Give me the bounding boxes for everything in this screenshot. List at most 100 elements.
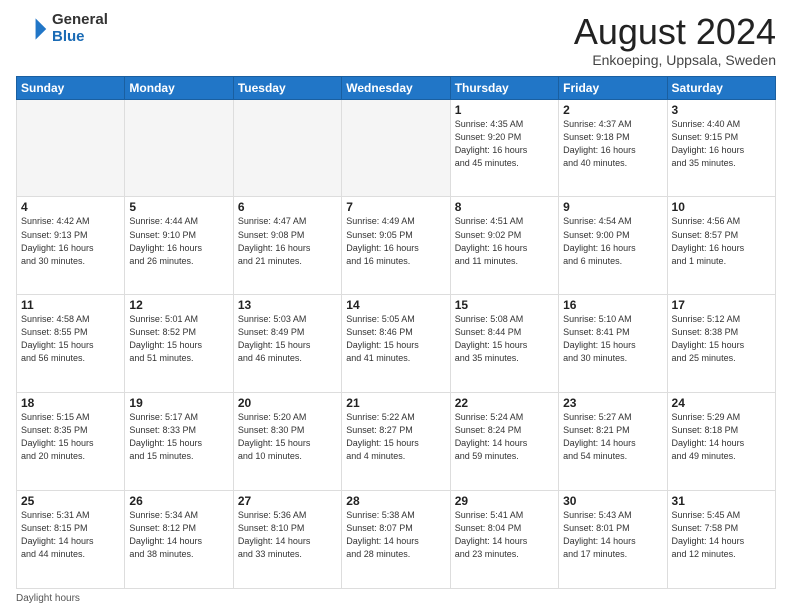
day-number: 17 [672, 298, 771, 312]
day-info: Sunrise: 5:29 AMSunset: 8:18 PMDaylight:… [672, 411, 771, 463]
calendar-cell: 31Sunrise: 5:45 AMSunset: 7:58 PMDayligh… [667, 491, 775, 589]
calendar-cell [233, 99, 341, 197]
day-number: 10 [672, 200, 771, 214]
day-number: 19 [129, 396, 228, 410]
title-block: August 2024 Enkoeping, Uppsala, Sweden [574, 12, 776, 68]
calendar-header-row: SundayMondayTuesdayWednesdayThursdayFrid… [17, 76, 776, 99]
day-number: 29 [455, 494, 554, 508]
calendar-cell: 25Sunrise: 5:31 AMSunset: 8:15 PMDayligh… [17, 491, 125, 589]
day-number: 18 [21, 396, 120, 410]
day-number: 24 [672, 396, 771, 410]
day-info: Sunrise: 5:34 AMSunset: 8:12 PMDaylight:… [129, 509, 228, 561]
calendar-cell [125, 99, 233, 197]
day-number: 27 [238, 494, 337, 508]
calendar-cell: 11Sunrise: 4:58 AMSunset: 8:55 PMDayligh… [17, 295, 125, 393]
day-info: Sunrise: 5:17 AMSunset: 8:33 PMDaylight:… [129, 411, 228, 463]
day-info: Sunrise: 4:40 AMSunset: 9:15 PMDaylight:… [672, 118, 771, 170]
calendar-cell: 23Sunrise: 5:27 AMSunset: 8:21 PMDayligh… [559, 393, 667, 491]
day-number: 20 [238, 396, 337, 410]
day-number: 23 [563, 396, 662, 410]
day-number: 12 [129, 298, 228, 312]
calendar-cell: 3Sunrise: 4:40 AMSunset: 9:15 PMDaylight… [667, 99, 775, 197]
day-info: Sunrise: 4:44 AMSunset: 9:10 PMDaylight:… [129, 215, 228, 267]
calendar-cell [17, 99, 125, 197]
day-info: Sunrise: 5:12 AMSunset: 8:38 PMDaylight:… [672, 313, 771, 365]
calendar-cell: 13Sunrise: 5:03 AMSunset: 8:49 PMDayligh… [233, 295, 341, 393]
day-number: 4 [21, 200, 120, 214]
calendar-cell: 9Sunrise: 4:54 AMSunset: 9:00 PMDaylight… [559, 197, 667, 295]
day-number: 22 [455, 396, 554, 410]
day-number: 15 [455, 298, 554, 312]
calendar-cell: 7Sunrise: 4:49 AMSunset: 9:05 PMDaylight… [342, 197, 450, 295]
day-info: Sunrise: 4:42 AMSunset: 9:13 PMDaylight:… [21, 215, 120, 267]
day-info: Sunrise: 5:31 AMSunset: 8:15 PMDaylight:… [21, 509, 120, 561]
day-number: 14 [346, 298, 445, 312]
logo-icon [16, 13, 48, 45]
calendar-cell: 12Sunrise: 5:01 AMSunset: 8:52 PMDayligh… [125, 295, 233, 393]
day-info: Sunrise: 4:47 AMSunset: 9:08 PMDaylight:… [238, 215, 337, 267]
day-number: 2 [563, 103, 662, 117]
calendar-cell: 24Sunrise: 5:29 AMSunset: 8:18 PMDayligh… [667, 393, 775, 491]
calendar-cell: 16Sunrise: 5:10 AMSunset: 8:41 PMDayligh… [559, 295, 667, 393]
day-info: Sunrise: 5:24 AMSunset: 8:24 PMDaylight:… [455, 411, 554, 463]
calendar-cell: 1Sunrise: 4:35 AMSunset: 9:20 PMDaylight… [450, 99, 558, 197]
calendar-cell: 8Sunrise: 4:51 AMSunset: 9:02 PMDaylight… [450, 197, 558, 295]
day-number: 13 [238, 298, 337, 312]
calendar-cell: 29Sunrise: 5:41 AMSunset: 8:04 PMDayligh… [450, 491, 558, 589]
day-number: 30 [563, 494, 662, 508]
calendar-week-5: 25Sunrise: 5:31 AMSunset: 8:15 PMDayligh… [17, 491, 776, 589]
day-info: Sunrise: 4:58 AMSunset: 8:55 PMDaylight:… [21, 313, 120, 365]
day-info: Sunrise: 5:05 AMSunset: 8:46 PMDaylight:… [346, 313, 445, 365]
calendar-cell: 28Sunrise: 5:38 AMSunset: 8:07 PMDayligh… [342, 491, 450, 589]
calendar-week-1: 1Sunrise: 4:35 AMSunset: 9:20 PMDaylight… [17, 99, 776, 197]
calendar-cell: 4Sunrise: 4:42 AMSunset: 9:13 PMDaylight… [17, 197, 125, 295]
day-info: Sunrise: 5:36 AMSunset: 8:10 PMDaylight:… [238, 509, 337, 561]
page: General Blue August 2024 Enkoeping, Upps… [0, 0, 792, 612]
subtitle: Enkoeping, Uppsala, Sweden [574, 52, 776, 68]
day-info: Sunrise: 5:15 AMSunset: 8:35 PMDaylight:… [21, 411, 120, 463]
calendar-cell: 20Sunrise: 5:20 AMSunset: 8:30 PMDayligh… [233, 393, 341, 491]
calendar-cell: 21Sunrise: 5:22 AMSunset: 8:27 PMDayligh… [342, 393, 450, 491]
day-number: 25 [21, 494, 120, 508]
calendar-cell: 30Sunrise: 5:43 AMSunset: 8:01 PMDayligh… [559, 491, 667, 589]
header: General Blue August 2024 Enkoeping, Upps… [16, 12, 776, 68]
calendar-cell: 18Sunrise: 5:15 AMSunset: 8:35 PMDayligh… [17, 393, 125, 491]
day-info: Sunrise: 5:45 AMSunset: 7:58 PMDaylight:… [672, 509, 771, 561]
col-header-friday: Friday [559, 76, 667, 99]
day-number: 1 [455, 103, 554, 117]
calendar-cell: 2Sunrise: 4:37 AMSunset: 9:18 PMDaylight… [559, 99, 667, 197]
day-info: Sunrise: 4:54 AMSunset: 9:00 PMDaylight:… [563, 215, 662, 267]
day-number: 16 [563, 298, 662, 312]
col-header-sunday: Sunday [17, 76, 125, 99]
calendar-cell [342, 99, 450, 197]
day-number: 26 [129, 494, 228, 508]
col-header-monday: Monday [125, 76, 233, 99]
day-info: Sunrise: 5:27 AMSunset: 8:21 PMDaylight:… [563, 411, 662, 463]
logo-text: General Blue [52, 12, 108, 45]
day-number: 28 [346, 494, 445, 508]
day-info: Sunrise: 5:38 AMSunset: 8:07 PMDaylight:… [346, 509, 445, 561]
footer-note: Daylight hours [16, 593, 776, 604]
day-number: 21 [346, 396, 445, 410]
calendar-cell: 15Sunrise: 5:08 AMSunset: 8:44 PMDayligh… [450, 295, 558, 393]
day-number: 31 [672, 494, 771, 508]
col-header-tuesday: Tuesday [233, 76, 341, 99]
day-number: 8 [455, 200, 554, 214]
calendar-cell: 14Sunrise: 5:05 AMSunset: 8:46 PMDayligh… [342, 295, 450, 393]
calendar-cell: 6Sunrise: 4:47 AMSunset: 9:08 PMDaylight… [233, 197, 341, 295]
day-info: Sunrise: 4:49 AMSunset: 9:05 PMDaylight:… [346, 215, 445, 267]
calendar-table: SundayMondayTuesdayWednesdayThursdayFrid… [16, 76, 776, 589]
calendar-cell: 26Sunrise: 5:34 AMSunset: 8:12 PMDayligh… [125, 491, 233, 589]
logo-blue: Blue [52, 29, 108, 46]
day-info: Sunrise: 5:10 AMSunset: 8:41 PMDaylight:… [563, 313, 662, 365]
day-number: 5 [129, 200, 228, 214]
logo: General Blue [16, 12, 108, 45]
calendar-cell: 5Sunrise: 4:44 AMSunset: 9:10 PMDaylight… [125, 197, 233, 295]
calendar-cell: 10Sunrise: 4:56 AMSunset: 8:57 PMDayligh… [667, 197, 775, 295]
day-info: Sunrise: 5:43 AMSunset: 8:01 PMDaylight:… [563, 509, 662, 561]
calendar-cell: 17Sunrise: 5:12 AMSunset: 8:38 PMDayligh… [667, 295, 775, 393]
calendar-week-3: 11Sunrise: 4:58 AMSunset: 8:55 PMDayligh… [17, 295, 776, 393]
day-info: Sunrise: 5:41 AMSunset: 8:04 PMDaylight:… [455, 509, 554, 561]
col-header-saturday: Saturday [667, 76, 775, 99]
day-info: Sunrise: 5:03 AMSunset: 8:49 PMDaylight:… [238, 313, 337, 365]
